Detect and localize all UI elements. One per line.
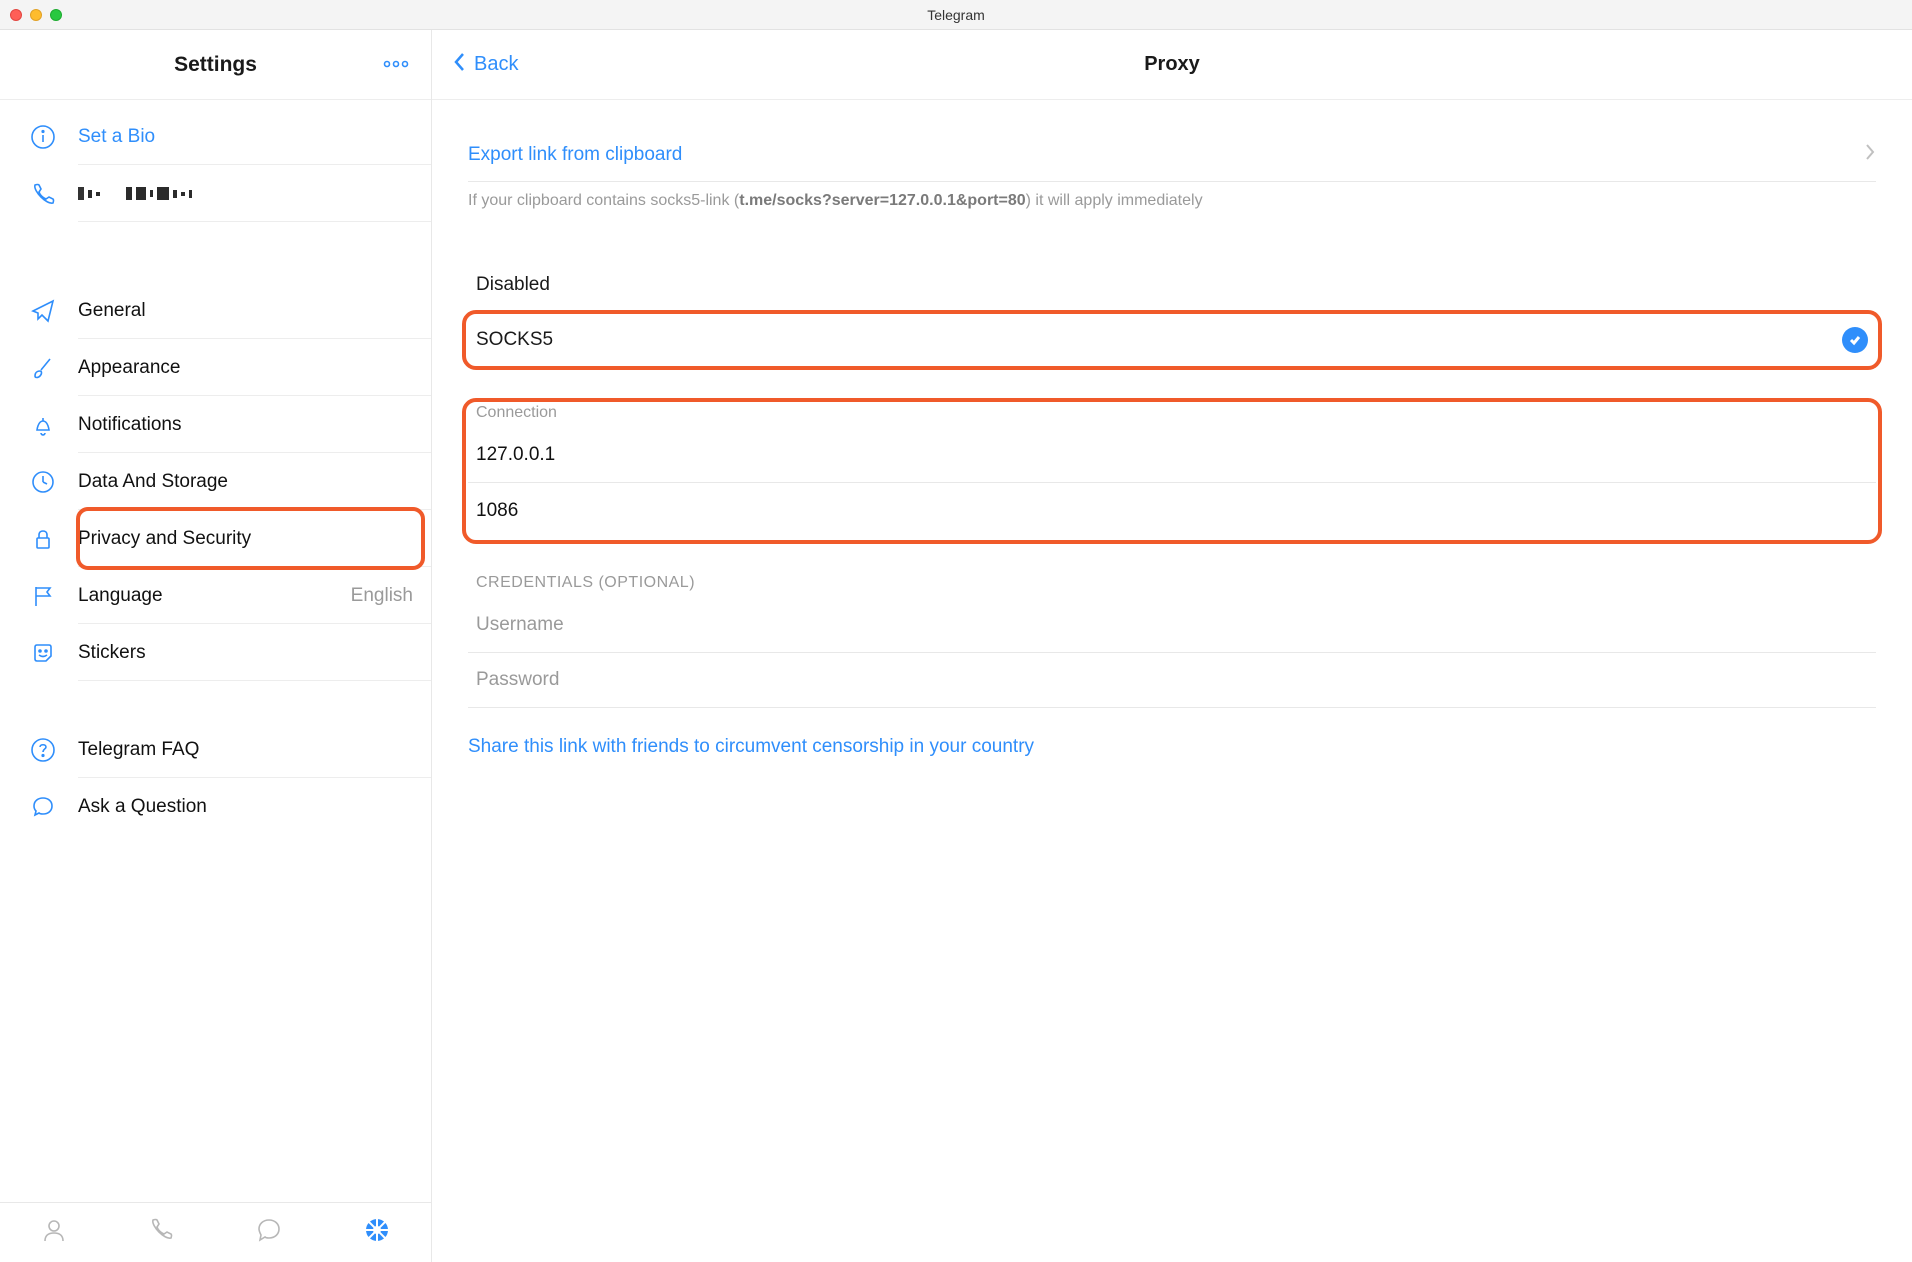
export-link-row[interactable]: Export link from clipboard (468, 136, 1876, 182)
tab-chats[interactable] (254, 1215, 284, 1250)
bio-label: Set a Bio (78, 126, 413, 148)
sidebar-item-stickers[interactable]: Stickers (0, 624, 431, 681)
sidebar-item-phone[interactable] (0, 165, 431, 222)
sidebar-item-faq[interactable]: Telegram FAQ (0, 721, 431, 778)
info-icon (28, 122, 58, 152)
more-button[interactable] (383, 56, 409, 74)
sidebar-item-appearance[interactable]: Appearance (0, 339, 431, 396)
lock-icon (28, 524, 58, 554)
host-input-row[interactable] (468, 428, 1876, 483)
detail-panel: Back Proxy Export link from clipboard If… (432, 30, 1912, 1262)
tab-contacts[interactable] (39, 1215, 69, 1250)
send-icon (28, 296, 58, 326)
general-label: General (78, 300, 413, 322)
appearance-label: Appearance (78, 357, 413, 379)
chevron-left-icon (452, 51, 466, 79)
sidebar-item-language[interactable]: Language English (0, 567, 431, 624)
sidebar-item-ask[interactable]: Ask a Question (0, 778, 431, 835)
flag-icon (28, 581, 58, 611)
credentials-header: CREDENTIALS (OPTIONAL) (468, 568, 1876, 598)
host-input[interactable] (476, 444, 1868, 466)
password-input[interactable] (476, 669, 1868, 691)
detail-title: Proxy (432, 53, 1912, 76)
port-input-row[interactable] (468, 483, 1876, 538)
window-title: Telegram (0, 7, 1912, 23)
tab-calls[interactable] (147, 1215, 177, 1250)
proxy-type-socks5[interactable]: SOCKS5 (468, 313, 1876, 368)
disabled-label: Disabled (476, 274, 550, 296)
sidebar-item-privacy[interactable]: Privacy and Security (0, 510, 431, 567)
tab-settings[interactable] (362, 1215, 392, 1250)
bell-icon (28, 410, 58, 440)
sidebar-list: Set a Bio (0, 100, 431, 1202)
notifications-label: Notifications (78, 414, 413, 436)
username-input[interactable] (476, 614, 1868, 636)
privacy-label: Privacy and Security (78, 528, 413, 550)
stickers-label: Stickers (78, 642, 413, 664)
phone-icon (28, 179, 58, 209)
ask-label: Ask a Question (78, 796, 413, 818)
sidebar-item-notifications[interactable]: Notifications (0, 396, 431, 453)
back-label: Back (474, 53, 518, 76)
check-icon (1842, 327, 1868, 353)
export-hint: If your clipboard contains socks5-link (… (468, 192, 1876, 210)
faq-label: Telegram FAQ (78, 739, 413, 761)
language-label: Language (78, 585, 351, 607)
sticker-icon (28, 638, 58, 668)
port-input[interactable] (476, 500, 1868, 522)
password-input-row[interactable] (468, 653, 1876, 708)
sidebar-item-bio[interactable]: Set a Bio (0, 108, 431, 165)
export-link-label: Export link from clipboard (468, 144, 682, 166)
connection-group: Connection (468, 398, 1876, 538)
chevron-right-icon (1864, 142, 1876, 167)
chat-icon (28, 792, 58, 822)
detail-header: Back Proxy (432, 30, 1912, 100)
brush-icon (28, 353, 58, 383)
socks5-label: SOCKS5 (476, 329, 553, 351)
sidebar-title: Settings (0, 53, 431, 77)
sidebar-header: Settings (0, 30, 431, 100)
settings-sidebar: Settings Set a Bio (0, 30, 432, 1262)
clock-icon (28, 467, 58, 497)
connection-header: Connection (468, 398, 1876, 428)
sidebar-item-data-storage[interactable]: Data And Storage (0, 453, 431, 510)
titlebar: Telegram (0, 0, 1912, 30)
proxy-type-disabled[interactable]: Disabled (468, 258, 1876, 313)
back-button[interactable]: Back (452, 51, 518, 79)
phone-value-redacted (78, 184, 413, 204)
proxy-type-group: Disabled SOCKS5 (468, 258, 1876, 368)
help-icon (28, 735, 58, 765)
username-input-row[interactable] (468, 598, 1876, 653)
language-value: English (351, 585, 413, 607)
tabbar (0, 1202, 431, 1262)
data-storage-label: Data And Storage (78, 471, 413, 493)
share-link[interactable]: Share this link with friends to circumve… (468, 736, 1876, 758)
sidebar-item-general[interactable]: General (0, 282, 431, 339)
